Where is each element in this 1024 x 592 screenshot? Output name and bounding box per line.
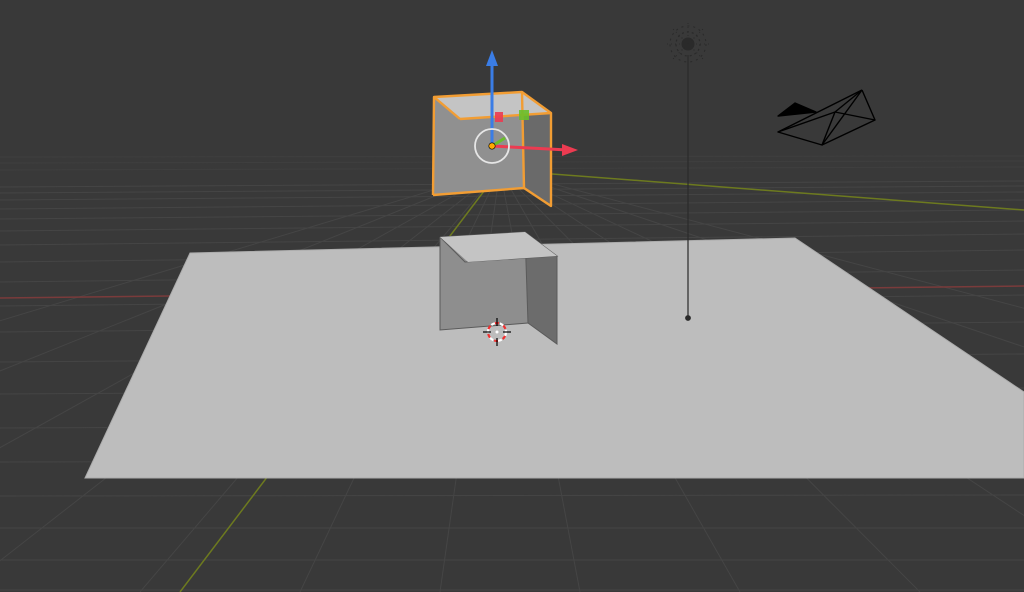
3d-viewport[interactable]: [0, 0, 1024, 592]
viewport-canvas[interactable]: [0, 0, 1024, 592]
